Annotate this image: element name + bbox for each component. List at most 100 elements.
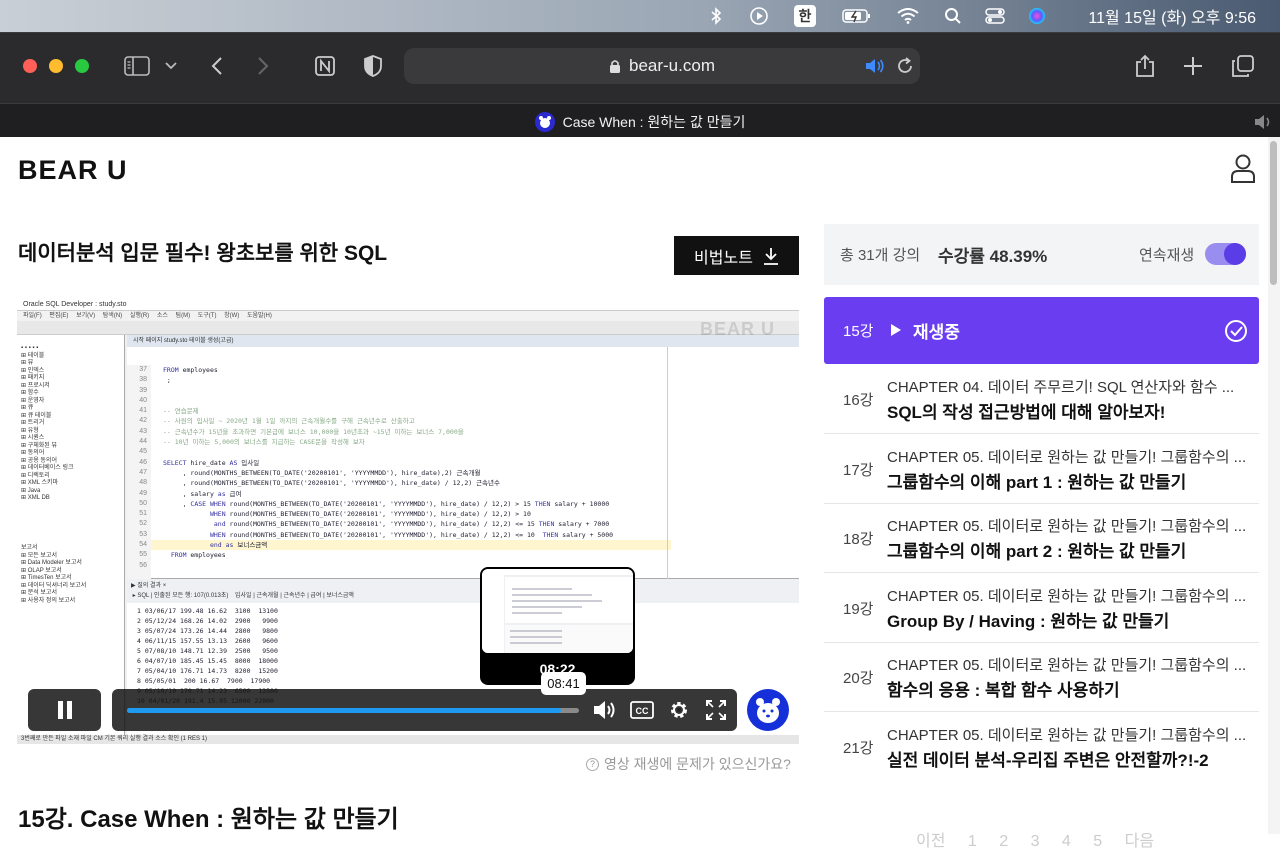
lesson-number: 16강 [843,392,874,409]
lesson-chapter: CHAPTER 05. 데이터로 원하는 값 만들기! 그룹함수의 ... [887,657,1247,674]
shield-icon[interactable] [358,51,388,81]
active-tab[interactable]: Case When : 원하는 값 만들기 [0,104,1280,139]
video-screen-tree: ▪ ▪ ▪ ▪ ▪ ⊞ 테이블 ⊞ 뷰 ⊞ 인덱스 ⊞ 패키지 ⊞ 프로시저 ⊞ 함수 ⊞ 운… [21,345,74,501]
bear-favicon-icon [534,111,555,132]
tab-bar: Case When : 원하는 값 만들기 [0,103,1280,138]
seek-preview: 08:22 [480,567,635,685]
forward-arrow-icon[interactable] [248,51,278,81]
video-screen-toolbar [17,321,799,335]
seek-preview-thumbnail [482,569,633,653]
battery-icon[interactable] [840,0,874,32]
course-title: 데이터분석 입문 필수! 왕초보를 위한 SQL [18,242,388,265]
seek-time-tooltip: 08:41 [541,672,586,695]
lesson-name: 실전 데이터 분석-우리집 주변은 안전할까?!-2 [887,751,1209,770]
lesson-number: 19강 [843,601,874,618]
lesson-name: SQL의 작성 접근방법에 대해 알아보자! [887,403,1166,422]
video-player[interactable]: Oracle SQL Developer : study.sto 파일(F) 편… [17,299,799,744]
bear-mascot-icon [747,689,789,731]
lesson-number: 17강 [843,462,874,479]
address-bar[interactable]: bear-u.com [404,48,920,84]
input-method-indicator[interactable]: 한 [792,0,818,32]
player-control-bar: CC [112,689,737,731]
close-window-button[interactable] [23,59,37,73]
completion-rate: 수강률 48.39% [938,247,1048,266]
audio-playing-icon[interactable] [865,58,885,74]
seek-bar-played [127,708,561,713]
wifi-icon[interactable] [894,0,922,32]
site-logo[interactable]: BEAR U [18,155,128,186]
video-watermark: BEAR U [699,319,775,339]
share-icon[interactable] [1130,51,1160,81]
control-center-icon[interactable] [982,0,1008,32]
autoplay-label: 연속재생 [1139,247,1195,264]
lesson-list-item[interactable]: 16강 CHAPTER 04. 데이터 주무르기! SQL 연산자와 함수 ..… [824,365,1259,434]
seek-bar[interactable] [127,708,579,713]
browser-toolbar: bear-u.com Case When : 원하는 값 만들기 [0,32,1280,138]
tab-title: Case When : 원하는 값 만들기 [562,113,746,130]
pause-button[interactable] [28,689,101,731]
back-arrow-icon[interactable] [202,51,232,81]
lesson-chapter: CHAPTER 05. 데이터로 원하는 값 만들기! 그룹함수의 ... [887,518,1247,535]
video-screen-line-numbers: 37 38 39 40 41 42 43 44 45 46 47 48 49 50 51 52 53 54 55 56 [127,365,151,579]
lock-icon [610,59,620,73]
current-lesson-number: 15강 [843,323,874,340]
user-profile-icon[interactable] [1230,153,1256,183]
lesson-chapter: CHAPTER 05. 데이터로 원하는 값 만들기! 그룹함수의 ... [887,727,1247,744]
secret-note-button[interactable]: 비법노트 [674,236,799,275]
lesson-list-item[interactable]: 20강 CHAPTER 05. 데이터로 원하는 값 만들기! 그룹함수의 ..… [824,643,1259,712]
playback-help-link[interactable]: ? 영상 재생에 문제가 있으신가요? [586,754,791,774]
menubar-clock[interactable]: 11월 15일 (화) 오후 9:56 [1088,0,1256,32]
lesson-name: Group By / Having : 원하는 값 만들기 [887,612,1170,631]
lesson-name: 함수의 응용 : 복합 함수 사용하기 [887,681,1120,700]
autoplay-toggle-knob [1224,243,1246,265]
video-screen-connections-panel: ▪ ▪ ▪ ▪ ▪ ⊞ 테이블 ⊞ 뷰 ⊞ 인덱스 ⊞ 패키지 ⊞ 프로시저 ⊞ 함수 ⊞ 운… [17,335,125,735]
total-lessons: 총 31개 강의 [840,247,921,264]
lesson-chapter: CHAPTER 04. 데이터 주무르기! SQL 연산자와 함수 ... [887,379,1235,396]
web-page: BEAR U 데이터분석 입문 필수! 왕초보를 위한 SQL 비법노트 Ora… [0,137,1280,850]
minimize-window-button[interactable] [49,59,63,73]
lesson-list-item[interactable]: 19강 CHAPTER 05. 데이터로 원하는 값 만들기! 그룹함수의 ..… [824,574,1259,643]
media-play-icon[interactable] [746,0,772,32]
new-tab-icon[interactable] [1178,51,1208,81]
lesson-title: 15강. Case When : 원하는 값 만들기 [18,806,399,833]
scrollbar-thumb[interactable] [1270,141,1277,285]
lesson-number: 20강 [843,670,874,687]
pagination[interactable]: 이전 1 2 3 4 5 다음 [916,827,1154,851]
settings-gear-icon[interactable] [666,698,692,722]
lesson-list-item[interactable]: 17강 CHAPTER 05. 데이터로 원하는 값 만들기! 그룹함수의 ..… [824,435,1259,504]
notion-extension-icon[interactable] [310,51,340,81]
lesson-number: 21강 [843,740,874,757]
macos-menu-bar: 한 11월 15일 (화) 오후 9:56 [0,0,1280,32]
tab-audio-icon[interactable] [1254,114,1274,130]
playback-help-text: 영상 재생에 문제가 있으신가요? [604,756,791,772]
zoom-window-button[interactable] [75,59,89,73]
fullscreen-icon[interactable] [703,698,729,722]
video-screen-margin-line [667,347,668,579]
download-icon [763,247,778,265]
course-summary: 총 31개 강의 수강률 48.39% 연속재생 [824,224,1259,285]
lesson-number: 18강 [843,531,874,548]
sidebar-toggle-icon[interactable] [122,51,152,81]
autoplay-toggle[interactable] [1205,243,1246,265]
siri-icon[interactable] [1024,0,1050,32]
reload-icon[interactable] [896,57,914,75]
now-playing-label: 재생중 [913,323,960,342]
bluetooth-icon[interactable] [704,0,728,32]
play-icon [891,324,901,336]
address-url-row: bear-u.com [404,48,920,84]
lesson-list-item[interactable]: 18강 CHAPTER 05. 데이터로 원하는 값 만들기! 그룹함수의 ..… [824,504,1259,573]
lesson-list-item[interactable]: 21강 CHAPTER 05. 데이터로 원하는 값 만들기! 그룹함수의 ..… [824,713,1259,782]
current-lesson-item[interactable]: 15강 재생중 [824,297,1259,364]
pause-icon [57,701,72,719]
tab-overview-icon[interactable] [1228,51,1258,81]
chevron-down-icon[interactable] [158,51,184,81]
page-scrollbar[interactable] [1268,137,1280,834]
video-screen-menu: 파일(F) 편집(E) 보기(V) 탐색(N) 실행(R) 소스 팀(M) 도구… [17,311,799,321]
volume-icon[interactable] [592,698,618,722]
closed-captions-icon[interactable]: CC [629,698,655,722]
video-screen-reports-tree: 보고서 ⊞ 모든 보고서 ⊞ Data Modeler 보고서 ⊞ OLAP 보고서 ⊞… [21,545,87,604]
spotlight-search-icon[interactable] [940,0,966,32]
lesson-name: 그룹함수의 이해 part 2 : 원하는 값 만들기 [887,542,1187,561]
video-screen-status-bar: 3번째로 만든 파일 소재 파일 CM 기본 쿼리 실행 결과 소스 확인 (1… [17,735,799,744]
video-screen-sql-editor: 시작 페이지 study.sto 테이블 생성(고급) 37 38 39 40 41 42… [127,335,799,579]
